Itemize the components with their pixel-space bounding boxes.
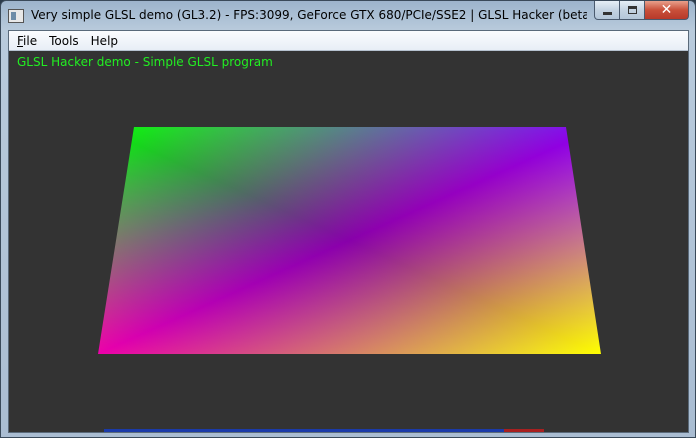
minimize-icon xyxy=(602,12,612,15)
client-area: File Tools Help GLSL Hacker demo - Simpl… xyxy=(8,30,689,433)
title-bar[interactable]: Very simple GLSL demo (GL3.2) - FPS:3099… xyxy=(1,1,695,30)
menu-help[interactable]: Help xyxy=(85,31,124,51)
menu-tools[interactable]: Tools xyxy=(43,31,85,51)
menu-file[interactable]: File xyxy=(11,31,43,51)
window-title: Very simple GLSL demo (GL3.2) - FPS:3099… xyxy=(31,8,587,22)
app-window: Very simple GLSL demo (GL3.2) - FPS:3099… xyxy=(0,0,696,438)
bottom-strip xyxy=(104,429,544,432)
caption-buttons: ✕ xyxy=(594,1,689,20)
menu-bar: File Tools Help xyxy=(9,31,688,51)
close-button[interactable]: ✕ xyxy=(645,1,689,20)
render-viewport[interactable]: GLSL Hacker demo - Simple GLSL program xyxy=(9,51,688,432)
maximize-button[interactable] xyxy=(620,1,645,20)
minimize-button[interactable] xyxy=(594,1,620,20)
app-window-icon[interactable] xyxy=(8,9,24,23)
gradient-quad xyxy=(98,127,601,354)
menu-file-label: ile xyxy=(23,33,38,48)
close-icon: ✕ xyxy=(660,2,673,18)
demo-overlay-text: GLSL Hacker demo - Simple GLSL program xyxy=(17,55,273,69)
gl-scene xyxy=(98,127,601,354)
maximize-icon xyxy=(627,6,637,14)
